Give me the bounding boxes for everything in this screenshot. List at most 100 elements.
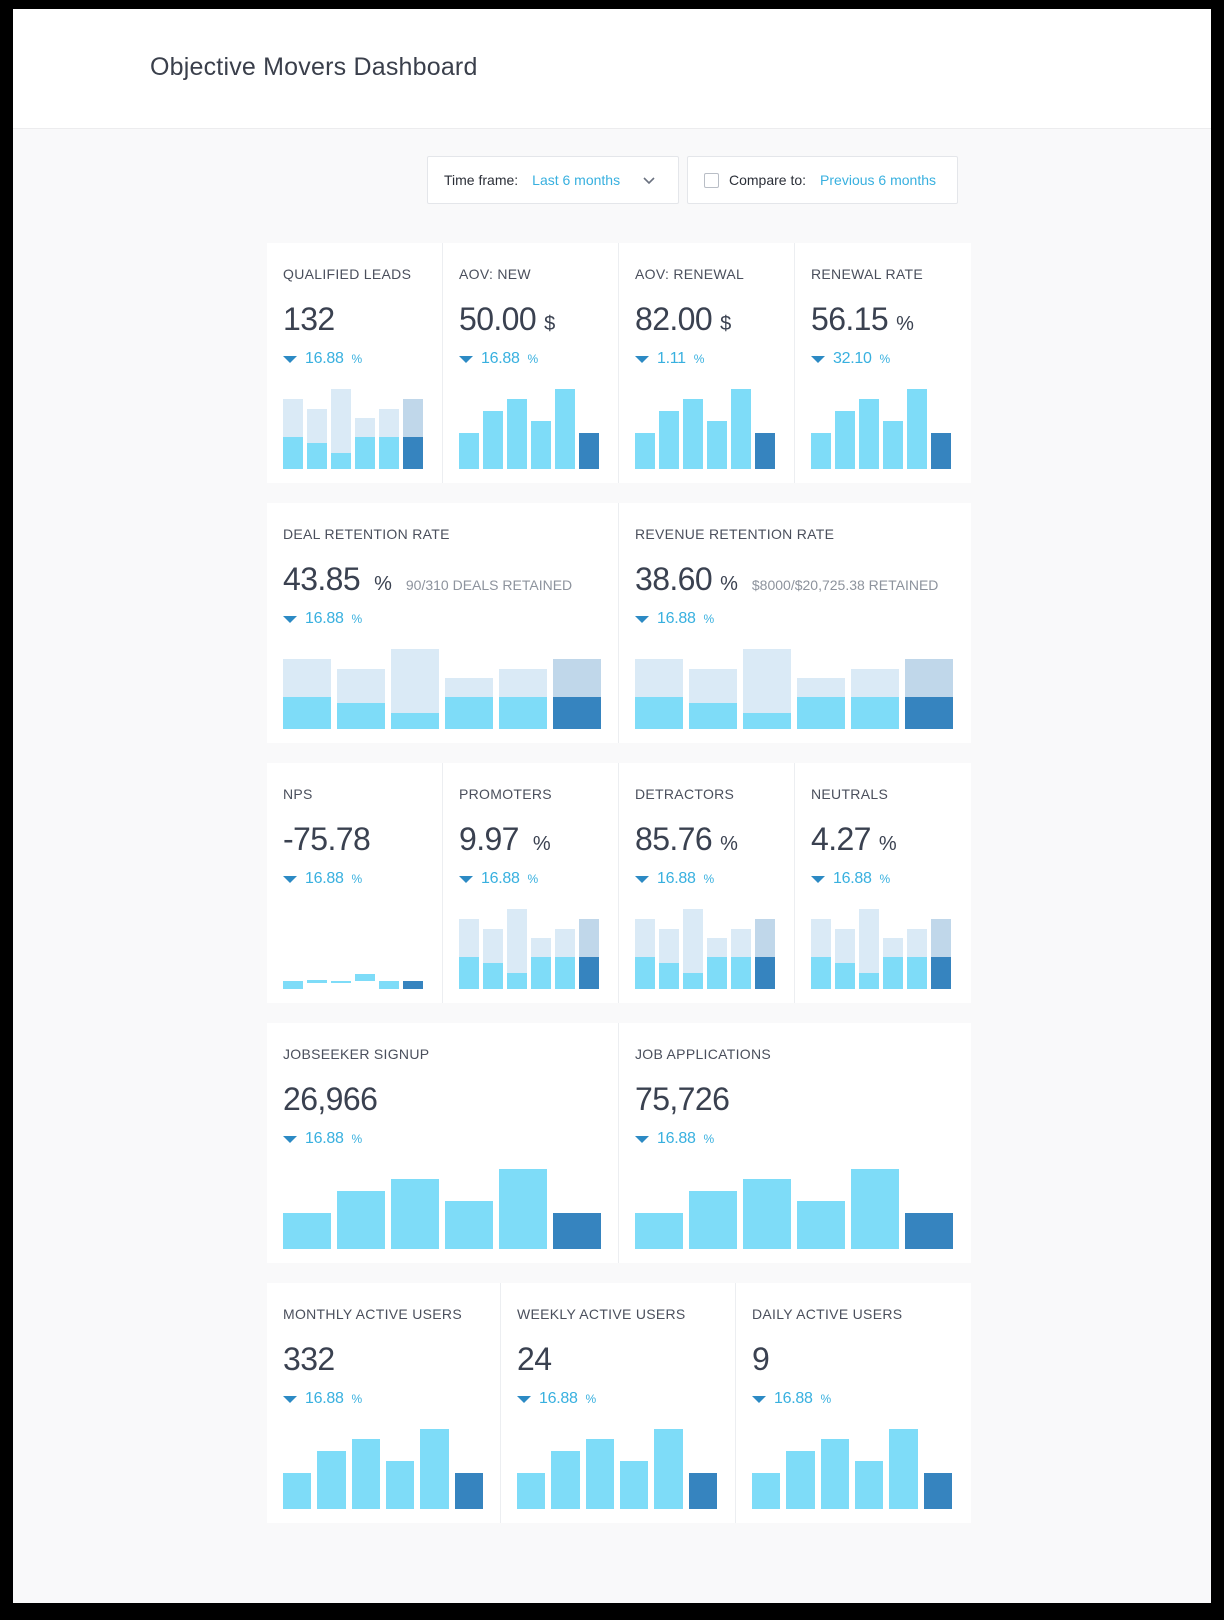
metric-unit: %	[532, 833, 551, 855]
sparkline-bar	[907, 389, 927, 469]
sparkline-bar	[517, 1473, 546, 1509]
delta-value: 16.88	[833, 870, 872, 887]
metric-note: $8000/$20,725.38 RETAINED	[751, 577, 939, 593]
metric-line: 75,726	[635, 1081, 730, 1118]
delta-value: 16.88	[481, 350, 520, 367]
metric-line: 38.60 % $8000/$20,725.38 RETAINED	[635, 561, 938, 598]
delta-value: 16.88	[305, 610, 344, 627]
triangle-down-icon	[635, 1136, 649, 1143]
card-title: JOBSEEKER SIGNUP	[283, 1046, 430, 1062]
delta-unit: %	[351, 352, 363, 366]
sparkline-bar	[811, 433, 831, 469]
card-promoters[interactable]: PROMOTERS 9.97 % 16.88 %	[443, 763, 619, 1003]
card-aov-new[interactable]: AOV: NEW 50.00 $ 16.88 %	[443, 243, 619, 483]
card-job-applications[interactable]: JOB APPLICATIONS 75,726 16.88 %	[619, 1023, 971, 1263]
metric-value: 332	[283, 1341, 335, 1377]
delta-indicator: 16.88 %	[283, 350, 362, 368]
timeframe-dropdown[interactable]: Time frame: Last 6 months	[427, 156, 679, 204]
sparkline-bar	[688, 1473, 717, 1509]
delta-indicator: 16.88 %	[635, 1130, 714, 1148]
delta-value: 16.88	[305, 350, 344, 367]
sparkline-bar	[337, 703, 385, 729]
triangle-down-icon	[635, 876, 649, 883]
sparkline-chart	[283, 1169, 601, 1249]
sparkline-bar	[689, 703, 737, 729]
sparkline-bar	[859, 399, 879, 469]
metric-value: 9	[752, 1341, 770, 1377]
metric-unit: %	[896, 313, 914, 335]
delta-unit: %	[527, 352, 539, 366]
delta-unit: %	[693, 352, 705, 366]
delta-indicator: 32.10 %	[811, 350, 890, 368]
delta-value: 16.88	[539, 1390, 578, 1407]
delta-unit: %	[703, 612, 715, 626]
sparkline-bar	[786, 1450, 815, 1509]
sparkline-bar	[337, 1190, 385, 1249]
compare-value[interactable]: Previous 6 months	[820, 172, 936, 188]
card-jobseeker-signup[interactable]: JOBSEEKER SIGNUP 26,966 16.88 %	[267, 1023, 619, 1263]
sparkline-bar	[635, 697, 683, 729]
triangle-down-icon	[283, 356, 297, 363]
delta-value: 16.88	[774, 1390, 813, 1407]
delta-value: 16.88	[305, 870, 344, 887]
page-header: Objective Movers Dashboard	[13, 9, 1211, 129]
sparkline-bar	[797, 1201, 845, 1249]
sparkline-bar	[620, 1461, 649, 1509]
sparkline-bar	[707, 957, 727, 989]
sparkline-bar	[483, 410, 503, 469]
delta-value: 16.88	[657, 1130, 696, 1147]
card-revenue-retention-rate[interactable]: REVENUE RETENTION RATE 38.60 % $8000/$20…	[619, 503, 971, 743]
sparkline-bar	[283, 697, 331, 729]
card-detractors[interactable]: DETRACTORS 85.76 % 16.88 %	[619, 763, 795, 1003]
card-qualified-leads[interactable]: QUALIFIED LEADS 132 16.88 %	[267, 243, 443, 483]
sparkline-bar	[499, 1169, 547, 1249]
delta-indicator: 16.88 %	[283, 610, 362, 628]
delta-value: 16.88	[305, 1390, 344, 1407]
sparkline-bar	[659, 410, 679, 469]
card-nps[interactable]: NPS -75.78 16.88 %	[267, 763, 443, 1003]
sparkline-chart	[283, 649, 601, 729]
sparkline-bar	[683, 399, 703, 469]
sparkline-bar	[755, 433, 775, 469]
sparkline-bar	[585, 1439, 614, 1509]
sparkline-bar	[553, 697, 601, 729]
card-monthly-active-users[interactable]: MONTHLY ACTIVE USERS 332 16.88 %	[267, 1283, 501, 1523]
sparkline-chart	[635, 1169, 953, 1249]
card-aov-renewal[interactable]: AOV: RENEWAL 82.00 $ 1.11 %	[619, 243, 795, 483]
card-daily-active-users[interactable]: DAILY ACTIVE USERS 9 16.88 %	[736, 1283, 971, 1523]
sparkline-bar	[654, 1429, 683, 1509]
card-neutrals[interactable]: NEUTRALS 4.27 % 16.88 %	[795, 763, 971, 1003]
card-title: AOV: RENEWAL	[635, 266, 745, 282]
triangle-down-icon	[459, 356, 473, 363]
sparkline-bar	[420, 1429, 449, 1509]
card-deal-retention-rate[interactable]: DEAL RETENTION RATE 43.85 % 90/310 DEALS…	[267, 503, 619, 743]
sparkline-bar	[579, 433, 599, 469]
card-weekly-active-users[interactable]: WEEKLY ACTIVE USERS 24 16.88 %	[501, 1283, 736, 1523]
delta-indicator: 16.88 %	[459, 870, 538, 888]
delta-unit: %	[351, 1132, 363, 1146]
sparkline-bar	[307, 443, 327, 469]
delta-indicator: 16.88 %	[635, 610, 714, 628]
metric-value: -75.78	[283, 821, 371, 857]
compare-checkbox[interactable]	[704, 172, 719, 188]
sparkline-bar	[483, 963, 503, 989]
metric-value: 56.15	[811, 301, 889, 337]
card-renewal-rate[interactable]: RENEWAL RATE 56.15 % 32.10 %	[795, 243, 971, 483]
metric-value: 132	[283, 301, 335, 337]
sparkline-bar	[307, 979, 327, 983]
metric-note: 90/310 DEALS RETAINED	[405, 577, 573, 593]
sparkline-bar	[907, 957, 927, 989]
metrics-row: QUALIFIED LEADS 132 16.88 % AOV: NEW 50.…	[267, 243, 971, 483]
sparkline-bar	[555, 957, 575, 989]
chevron-down-icon	[643, 177, 655, 185]
sparkline-bar	[905, 697, 953, 729]
sparkline-bar	[579, 957, 599, 989]
sparkline-bar	[531, 957, 551, 989]
sparkline-bar	[635, 433, 655, 469]
card-title: DETRACTORS	[635, 786, 735, 802]
metric-unit: %	[374, 573, 392, 595]
metric-line: 9	[752, 1341, 770, 1378]
card-title: WEEKLY ACTIVE USERS	[517, 1306, 686, 1322]
sparkline-bar	[923, 1473, 952, 1509]
sparkline-bar	[553, 1213, 601, 1249]
